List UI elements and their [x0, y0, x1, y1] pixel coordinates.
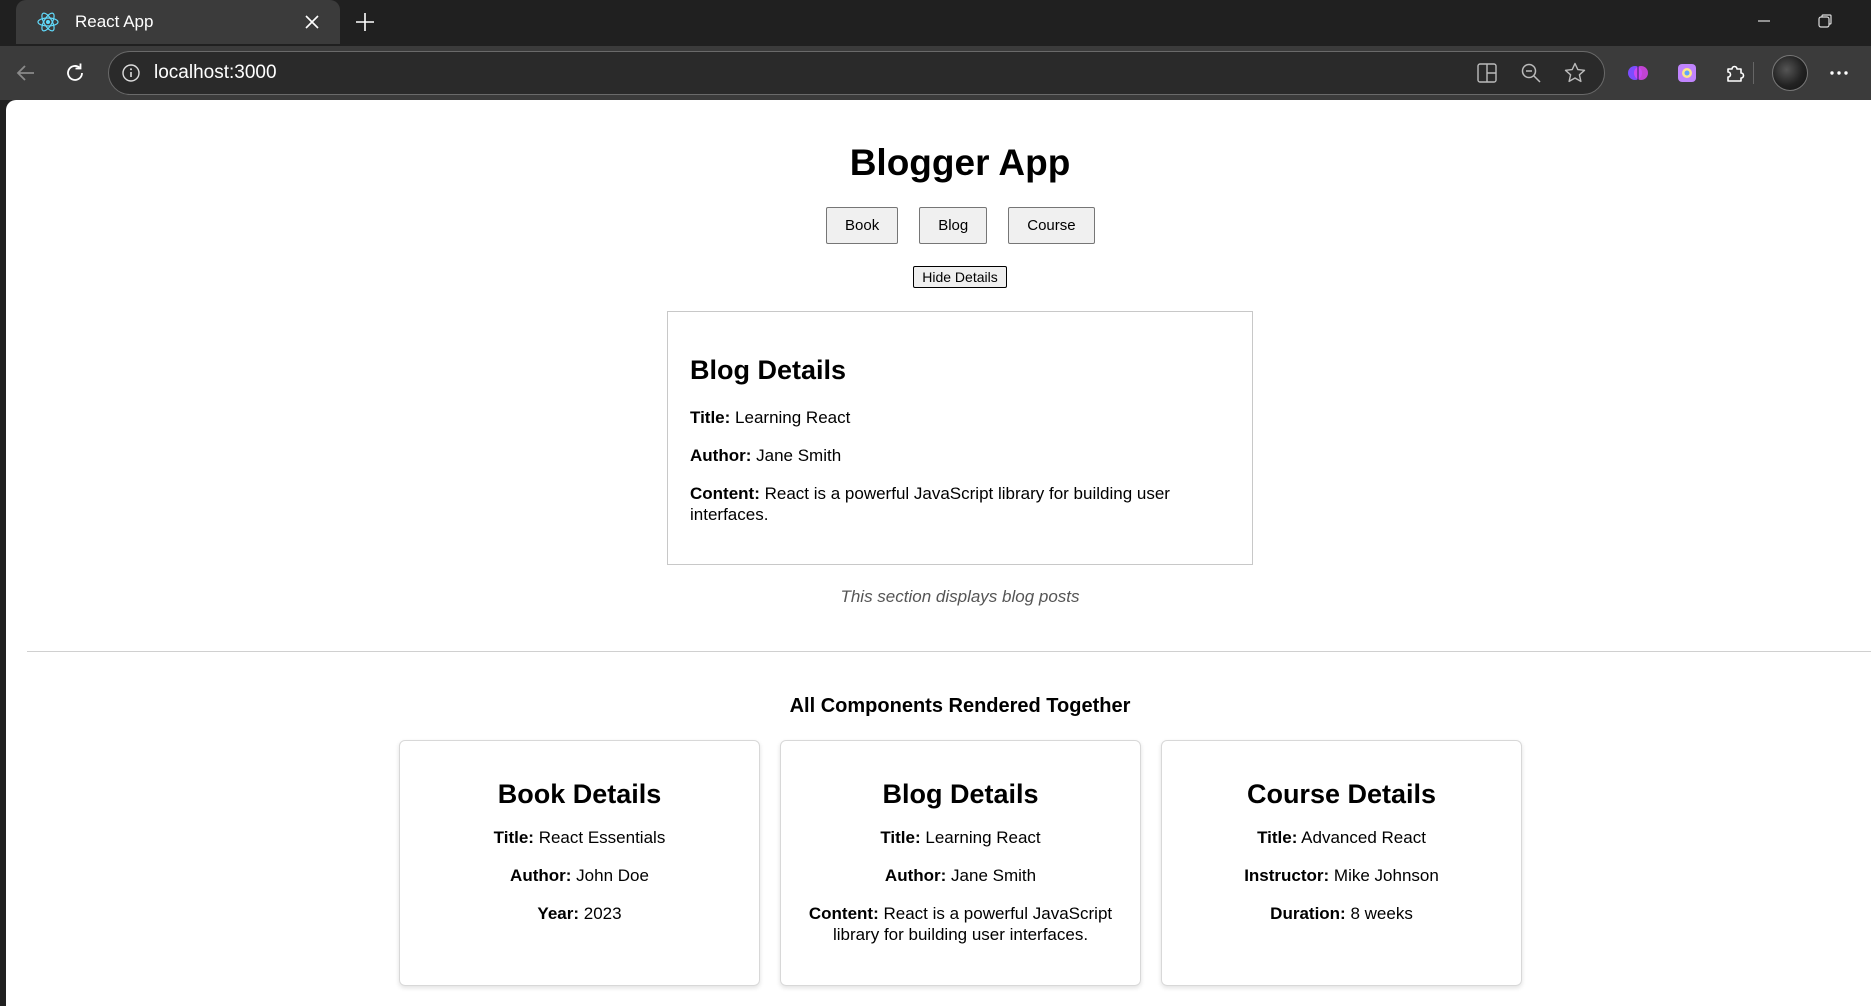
card-heading: Blog Details: [882, 779, 1039, 809]
card-field-label: Author:: [510, 866, 572, 885]
card-field-label: Title:: [493, 828, 534, 847]
card-field-value: 8 weeks: [1350, 904, 1413, 923]
content-value: React is a powerful JavaScript library f…: [690, 484, 1170, 524]
course-button[interactable]: Course: [1008, 207, 1095, 244]
card-field-value: React Essentials: [538, 828, 666, 847]
card-heading: Book Details: [497, 779, 662, 809]
split-screen-icon[interactable]: [1472, 58, 1502, 88]
brain-extension-icon[interactable]: [1622, 57, 1654, 89]
course-card: Course Details Title: Advanced React Ins…: [1161, 740, 1522, 986]
url-text[interactable]: localhost:3000: [154, 62, 1472, 84]
restore-icon[interactable]: [1813, 9, 1837, 33]
more-icon[interactable]: [1823, 57, 1855, 89]
card-field-label: Title:: [880, 828, 921, 847]
card-title: Title: Advanced React: [1176, 827, 1507, 848]
book-card: Book Details Title: React Essentials Aut…: [399, 740, 760, 986]
card-field-label: Instructor:: [1244, 866, 1330, 885]
copilot-extension-icon[interactable]: [1671, 57, 1703, 89]
author-value: Jane Smith: [756, 446, 842, 465]
page-viewport: Blogger App Book Blog Course Hide Detail…: [6, 100, 1871, 1006]
card-field-label: Year:: [537, 904, 580, 923]
info-icon[interactable]: [119, 61, 143, 85]
react-logo-icon: [35, 9, 61, 35]
browser-tab[interactable]: React App: [16, 0, 340, 44]
author-label: Author:: [690, 446, 752, 465]
toolbar-separator: [1753, 62, 1754, 84]
blog-button[interactable]: Blog: [919, 207, 988, 244]
minimize-icon[interactable]: [1752, 9, 1776, 33]
card-field-value: 2023: [583, 904, 622, 923]
star-icon[interactable]: [1560, 58, 1590, 88]
reload-icon[interactable]: [59, 57, 91, 89]
details-content: Content: React is a powerful JavaScript …: [690, 483, 1230, 525]
card-field-value: Mike Johnson: [1333, 866, 1439, 885]
tab-title: React App: [75, 12, 154, 31]
page-title: Blogger App: [849, 142, 1071, 183]
card-content: Content: React is a powerful JavaScript …: [795, 903, 1126, 945]
nav-buttons: Book Blog Course: [826, 207, 1095, 244]
puzzle-icon[interactable]: [1719, 57, 1751, 89]
title-label: Title:: [690, 408, 731, 427]
avatar[interactable]: [1772, 55, 1808, 91]
address-bar[interactable]: localhost:3000: [108, 51, 1605, 95]
card-field-label: Content:: [808, 904, 879, 923]
card-field-value: Learning React: [925, 828, 1041, 847]
card-year: Year: 2023: [414, 903, 745, 924]
card-title: Title: React Essentials: [414, 827, 745, 848]
title-value: Learning React: [735, 408, 851, 427]
hide-details-button[interactable]: Hide Details: [913, 266, 1007, 288]
content-label: Content:: [690, 484, 760, 503]
close-icon[interactable]: [298, 8, 326, 36]
section-caption: This section displays blog posts: [840, 587, 1080, 606]
details-author: Author: Jane Smith: [690, 445, 1230, 466]
card-heading: Course Details: [1246, 779, 1437, 809]
details-heading: Blog Details: [690, 355, 847, 385]
card-field-label: Duration:: [1270, 904, 1346, 923]
plus-icon[interactable]: [351, 8, 379, 36]
card-author: Author: John Doe: [414, 865, 745, 886]
blog-details-panel: Blog Details Title: Learning React Autho…: [667, 311, 1253, 565]
back-arrow-icon[interactable]: [10, 57, 42, 89]
zoom-out-icon[interactable]: [1516, 58, 1546, 88]
blog-card: Blog Details Title: Learning React Autho…: [780, 740, 1141, 986]
tab-strip: React App: [0, 0, 1871, 46]
book-button[interactable]: Book: [826, 207, 899, 244]
card-field-label: Author:: [884, 866, 947, 885]
card-field-label: Title:: [1257, 828, 1298, 847]
card-instructor: Instructor: Mike Johnson: [1176, 865, 1507, 886]
all-components-heading: All Components Rendered Together: [789, 695, 1131, 717]
card-title: Title: Learning React: [795, 827, 1126, 848]
card-duration: Duration: 8 weeks: [1176, 903, 1507, 924]
card-field-value: Advanced React: [1301, 828, 1426, 847]
card-author: Author: Jane Smith: [795, 865, 1126, 886]
details-title: Title: Learning React: [690, 407, 1230, 428]
divider: [27, 651, 1871, 652]
card-field-value: John Doe: [576, 866, 649, 885]
card-field-value: Jane Smith: [951, 866, 1037, 885]
